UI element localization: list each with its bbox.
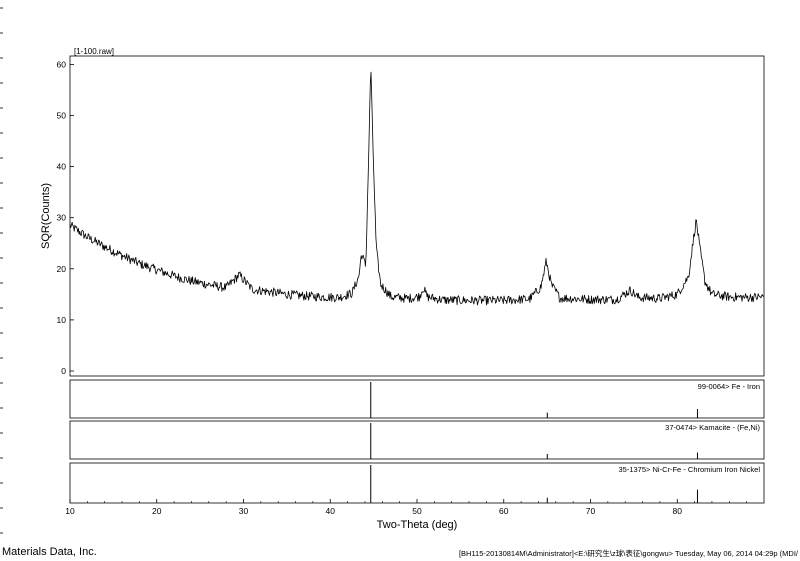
y-tick-label: 50 <box>57 111 67 121</box>
reference-panel: 35-1375> Ni-Cr-Fe - Chromium Iron Nickel <box>69 462 765 504</box>
y-axis-ticks: 0 10 20 30 40 50 60 <box>57 59 74 376</box>
x-tick-label: 20 <box>152 506 162 516</box>
y-tick-label: 30 <box>57 213 67 223</box>
reference-pattern-label: 35-1375> Ni-Cr-Fe - Chromium Iron Nickel <box>619 465 761 474</box>
x-tick-label: 10 <box>65 506 75 516</box>
vendor-label: Materials Data, Inc. <box>2 546 97 558</box>
reference-pattern-label: 37-0474> Kamacite - (Fe,Ni) <box>665 423 760 432</box>
x-axis-ticks: 10 20 30 40 50 60 70 80 <box>65 499 747 516</box>
xrd-pattern-line <box>69 71 764 306</box>
x-tick-label: 80 <box>673 506 683 516</box>
status-bar-text: [BH115-20130814M\Administrator]<E:\研究生\z… <box>458 549 798 558</box>
left-ruler <box>0 7 3 534</box>
xrd-chart: [1-100.raw] 0 10 20 30 40 50 60 SQR(Counts) 99… <box>0 7 765 534</box>
reference-panel: 37-0474> Kamacite - (Fe,Ni) <box>69 420 765 460</box>
reference-panel-frame <box>69 379 765 419</box>
x-tick-label: 30 <box>239 506 249 516</box>
y-axis-label: SQR(Counts) <box>40 183 52 249</box>
y-tick-label: 60 <box>57 59 67 69</box>
main-plot-frame <box>69 55 765 377</box>
x-axis-label: Two-Theta (deg) <box>377 519 458 531</box>
reference-pattern-panels: 99-0064> Fe - Iron 37-0474> Kamacite - (F… <box>69 379 765 504</box>
x-tick-label: 40 <box>326 506 336 516</box>
y-tick-label: 0 <box>61 366 66 376</box>
y-tick-label: 10 <box>57 315 67 325</box>
x-tick-label: 70 <box>586 506 596 516</box>
chart-title: [1-100.raw] <box>74 47 114 56</box>
y-tick-label: 40 <box>57 162 67 172</box>
x-tick-label: 60 <box>499 506 509 516</box>
reference-panel: 99-0064> Fe - Iron <box>69 379 765 419</box>
reference-panel-frame <box>69 420 765 460</box>
y-tick-label: 20 <box>57 264 67 274</box>
x-tick-label: 50 <box>412 506 422 516</box>
reference-pattern-label: 99-0064> Fe - Iron <box>698 382 760 391</box>
